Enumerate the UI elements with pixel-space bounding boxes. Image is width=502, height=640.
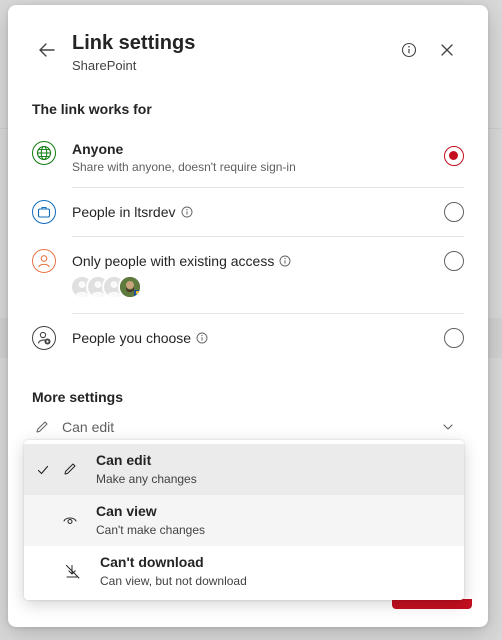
divider <box>72 187 464 188</box>
menu-item-label: Can edit <box>96 452 152 468</box>
permission-value: Can edit <box>62 419 115 435</box>
info-icon[interactable] <box>181 206 193 218</box>
permission-dropdown[interactable]: Can edit <box>28 413 468 441</box>
option-anyone-description: Share with anyone, doesn't require sign-… <box>72 160 296 174</box>
radio-people-you-choose[interactable] <box>444 328 464 348</box>
person-icon <box>32 249 56 273</box>
dialog-subtitle: SharePoint <box>72 58 137 73</box>
arrow-left-icon <box>39 43 55 57</box>
link-works-for-heading: The link works for <box>32 101 152 117</box>
menu-item-description: Make any changes <box>96 472 197 486</box>
permission-menu: Can edit Make any changes Can view Can't… <box>24 440 464 600</box>
option-people-in-org-label-wrap: People in ltsrdev <box>72 204 193 220</box>
menu-item-cant-download[interactable]: Can't download Can view, but not downloa… <box>24 546 464 597</box>
close-icon <box>441 44 453 56</box>
radio-anyone[interactable] <box>444 146 464 166</box>
info-button[interactable] <box>400 41 418 59</box>
menu-item-label: Can't download <box>100 554 204 570</box>
info-icon[interactable] <box>196 332 208 344</box>
option-existing-access-label: Only people with existing access <box>72 253 275 269</box>
option-anyone[interactable]: Anyone Share with anyone, doesn't requir… <box>28 137 468 187</box>
menu-item-description: Can't make changes <box>96 523 206 537</box>
radio-people-in-org[interactable] <box>444 202 464 222</box>
option-people-you-choose[interactable]: People you choose <box>28 324 468 360</box>
chevron-down-icon <box>443 424 453 430</box>
menu-item-can-edit[interactable]: Can edit Make any changes <box>24 444 464 495</box>
info-icon[interactable] <box>279 255 291 267</box>
briefcase-icon <box>32 200 56 224</box>
dialog-title: Link settings <box>72 32 196 54</box>
menu-item-label: Can view <box>96 503 157 519</box>
eye-icon <box>63 517 77 524</box>
option-people-you-choose-label: People you choose <box>72 330 192 346</box>
option-people-in-org-label: People in ltsrdev <box>72 204 176 220</box>
divider <box>72 313 464 314</box>
option-existing-access-label-wrap: Only people with existing access <box>72 253 291 269</box>
info-icon <box>401 42 417 58</box>
menu-item-can-view[interactable]: Can view Can't make changes <box>24 495 464 546</box>
option-people-in-org[interactable]: People in ltsrdev <box>28 198 468 234</box>
pencil-icon <box>36 421 48 433</box>
globe-icon <box>32 141 56 165</box>
radio-existing-access[interactable] <box>444 251 464 271</box>
close-button[interactable] <box>438 41 456 59</box>
avatar-photo <box>118 275 142 299</box>
option-people-you-choose-label-wrap: People you choose <box>72 330 208 346</box>
menu-item-description: Can view, but not download <box>100 574 247 588</box>
apply-button-edge[interactable] <box>392 599 472 609</box>
divider <box>72 236 464 237</box>
person-lock-icon <box>32 326 56 350</box>
pencil-icon <box>64 463 76 475</box>
option-anyone-label: Anyone <box>72 141 124 157</box>
no-download-icon <box>66 565 80 579</box>
back-button[interactable] <box>36 39 58 61</box>
checkmark-icon <box>37 465 49 475</box>
more-settings-heading: More settings <box>32 389 124 405</box>
